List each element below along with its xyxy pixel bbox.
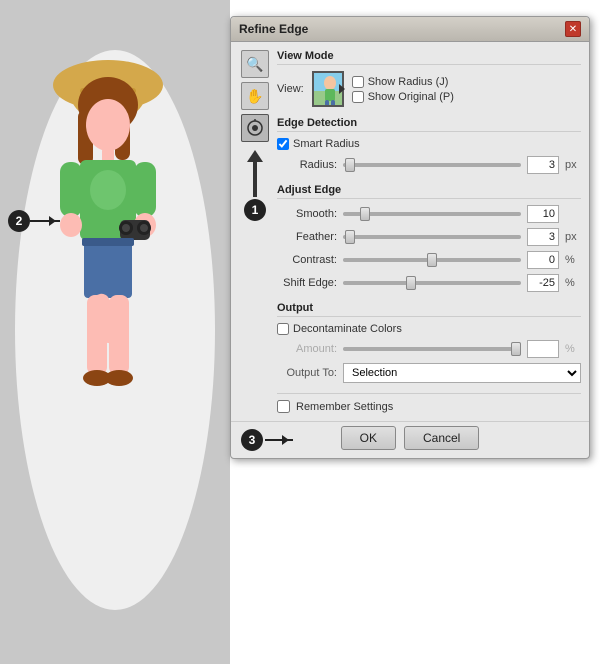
dialog-body: 🔍 ✋ 1 View Mode View:	[231, 42, 589, 421]
decontaminate-label: Decontaminate Colors	[293, 323, 402, 335]
show-original-checkbox-row[interactable]: Show Original (P)	[352, 91, 454, 103]
annotation-2-arrow	[30, 220, 60, 222]
annotation-2-circle: 2	[8, 210, 30, 232]
shift-edge-slider[interactable]	[343, 281, 521, 285]
hand-tool-button[interactable]: ✋	[241, 82, 269, 110]
contrast-slider-row: Contrast: %	[277, 251, 581, 269]
amount-slider-container	[343, 342, 521, 356]
smart-radius-checkbox[interactable]	[277, 138, 289, 150]
remember-settings-checkbox[interactable]	[277, 400, 290, 413]
smooth-label: Smooth:	[277, 208, 337, 220]
edge-detection-title: Edge Detection	[277, 117, 581, 132]
arrow-line	[253, 162, 257, 197]
contrast-value-input[interactable]	[527, 251, 559, 269]
remember-settings-row: Remember Settings	[277, 393, 581, 413]
decontaminate-row: Decontaminate Colors	[277, 323, 581, 335]
radius-slider-container	[343, 158, 521, 172]
annotation-1-circle: 1	[244, 199, 266, 221]
radius-slider[interactable]	[343, 163, 521, 167]
output-to-label: Output To:	[277, 367, 337, 379]
background-photo	[0, 0, 230, 664]
adjust-edge-title: Adjust Edge	[277, 184, 581, 199]
refine-tool-button[interactable]	[241, 114, 269, 142]
output-to-select[interactable]: Selection New Layer New Layer with Layer…	[343, 363, 581, 383]
shift-edge-value-input[interactable]	[527, 274, 559, 292]
photo-background	[0, 0, 230, 664]
toolbar: 🔍 ✋ 1	[239, 50, 271, 413]
view-options: Show Radius (J) Show Original (P)	[352, 76, 454, 103]
amount-label: Amount:	[277, 343, 337, 355]
shift-edge-label: Shift Edge:	[277, 277, 337, 289]
show-radius-label: Show Radius (J)	[368, 76, 449, 88]
annotation-3-arrowhead	[282, 435, 294, 445]
feather-slider-row: Feather: px	[277, 228, 581, 246]
adjust-edge-section: Adjust Edge Smooth: Feather: p	[277, 184, 581, 292]
contrast-unit: %	[565, 254, 581, 266]
close-button[interactable]: ✕	[565, 21, 581, 37]
output-to-row: Output To: Selection New Layer New Layer…	[277, 363, 581, 383]
smooth-value-input[interactable]	[527, 205, 559, 223]
amount-slider[interactable]	[343, 347, 521, 351]
annotation-3: 3	[241, 429, 293, 451]
feather-label: Feather:	[277, 231, 337, 243]
radius-slider-row: Radius: px	[277, 156, 581, 174]
view-mode-row: View:	[277, 71, 581, 107]
show-radius-checkbox[interactable]	[352, 76, 364, 88]
shift-edge-slider-row: Shift Edge: %	[277, 274, 581, 292]
buttons-row: 3 OK Cancel	[231, 421, 589, 458]
smart-radius-label-row[interactable]: Smart Radius	[277, 138, 360, 150]
view-mode-section: View Mode View:	[277, 50, 581, 107]
view-thumbnail-wrapper	[312, 71, 344, 107]
annotation-1-area: 1	[244, 150, 266, 221]
shift-edge-unit: %	[565, 277, 581, 289]
contrast-slider-container	[343, 253, 521, 267]
show-radius-checkbox-row[interactable]: Show Radius (J)	[352, 76, 454, 88]
thumbnail-dropdown-arrow	[339, 84, 345, 94]
smooth-slider-container	[343, 207, 521, 221]
radius-label: Radius:	[277, 159, 337, 171]
dialog-title: Refine Edge	[239, 22, 308, 36]
shift-edge-slider-container	[343, 276, 521, 290]
decontaminate-label-row[interactable]: Decontaminate Colors	[277, 323, 402, 335]
brush-icon	[246, 119, 264, 137]
feather-slider-container	[343, 230, 521, 244]
annotation-2: 2	[8, 210, 60, 232]
feather-value-input[interactable]	[527, 228, 559, 246]
smooth-slider[interactable]	[343, 212, 521, 216]
radius-value-input[interactable]	[527, 156, 559, 174]
magnify-tool-button[interactable]: 🔍	[241, 50, 269, 78]
ok-button[interactable]: OK	[341, 426, 396, 450]
show-original-label: Show Original (P)	[368, 91, 454, 103]
feather-unit: px	[565, 231, 581, 243]
arrow-up-icon	[247, 150, 263, 162]
view-mode-title: View Mode	[277, 50, 581, 65]
annotation-3-circle: 3	[241, 429, 263, 451]
cancel-button[interactable]: Cancel	[404, 426, 479, 450]
feather-slider[interactable]	[343, 235, 521, 239]
main-controls: View Mode View:	[277, 50, 581, 413]
amount-unit: %	[565, 343, 581, 355]
remember-settings-text: Remember Settings	[296, 401, 393, 413]
smooth-slider-row: Smooth:	[277, 205, 581, 223]
amount-value-input[interactable]	[527, 340, 559, 358]
smart-radius-label: Smart Radius	[293, 138, 360, 150]
edge-detection-section: Edge Detection Smart Radius Radius: px	[277, 117, 581, 174]
contrast-label: Contrast:	[277, 254, 337, 266]
view-label: View:	[277, 83, 304, 95]
smart-radius-row: Smart Radius	[277, 138, 581, 150]
output-section: Output Decontaminate Colors Amount: %	[277, 302, 581, 383]
decontaminate-checkbox[interactable]	[277, 323, 289, 335]
contrast-slider[interactable]	[343, 258, 521, 262]
show-original-checkbox[interactable]	[352, 91, 364, 103]
amount-slider-row: Amount: %	[277, 340, 581, 358]
output-title: Output	[277, 302, 581, 317]
refine-edge-dialog: Refine Edge ✕ 🔍 ✋ 1	[230, 16, 590, 459]
dialog-titlebar: Refine Edge ✕	[231, 17, 589, 42]
radius-unit: px	[565, 159, 581, 171]
remember-settings-label[interactable]: Remember Settings	[277, 400, 393, 413]
annotation-3-arrow	[265, 439, 293, 441]
